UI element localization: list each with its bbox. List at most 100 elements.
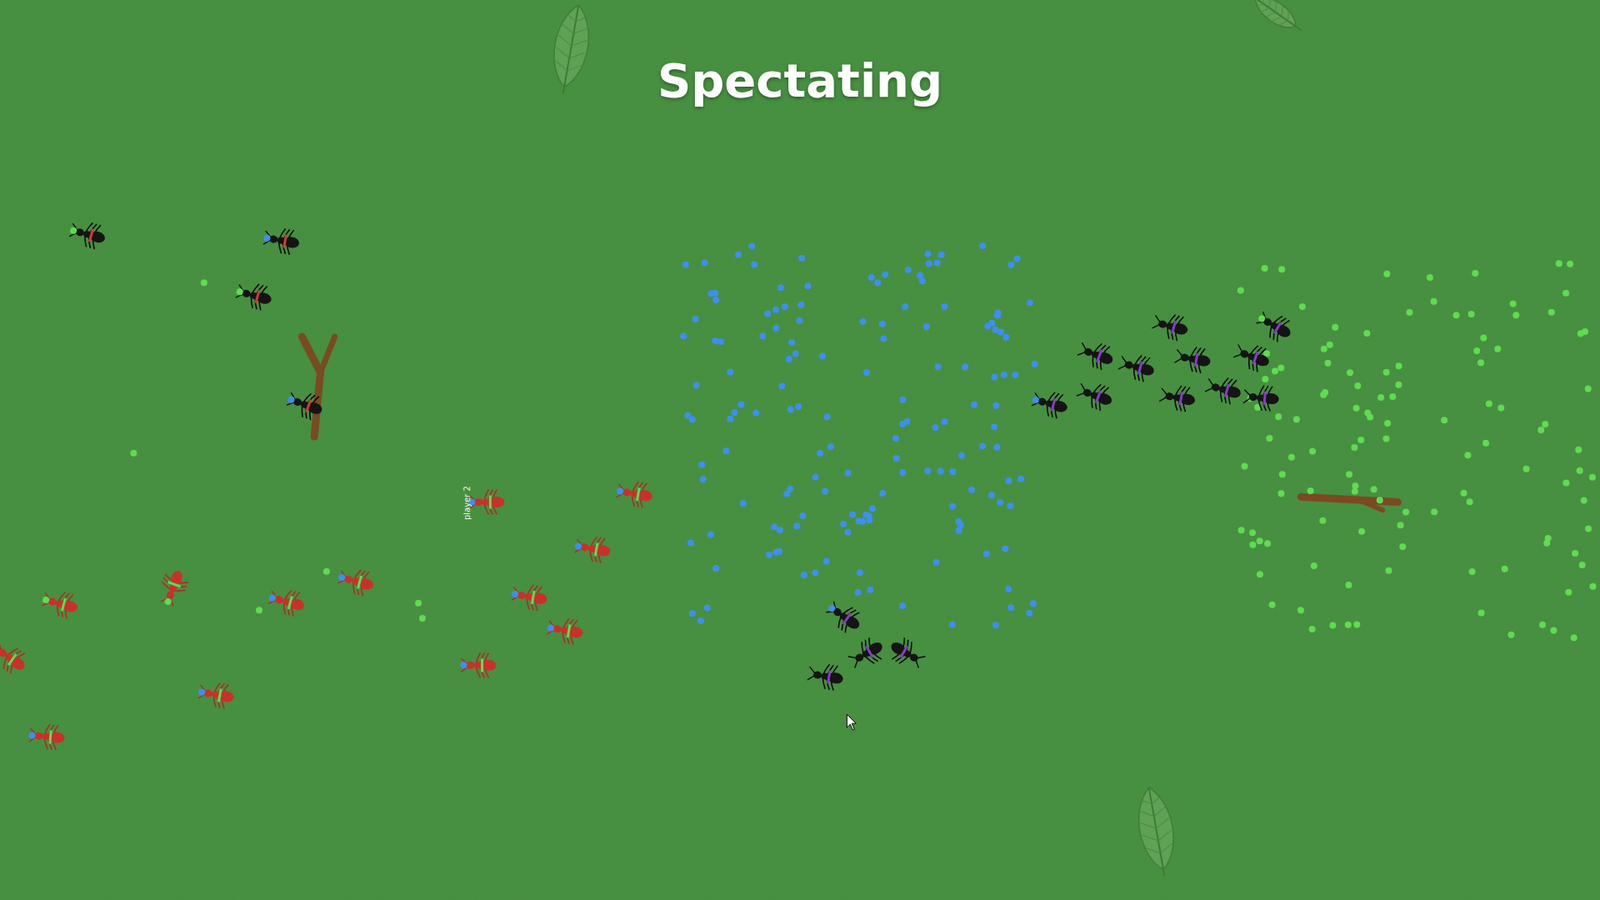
food-crumb [1580, 496, 1588, 504]
food-crumb [1539, 621, 1546, 629]
food-crumb [1497, 405, 1505, 412]
food-crumb [1007, 261, 1015, 269]
food-crumb [765, 551, 773, 559]
food-crumb [979, 442, 986, 450]
food-crumb [1275, 413, 1282, 420]
ant[interactable] [468, 489, 505, 515]
food-crumb [1482, 440, 1490, 447]
food-crumb [1389, 393, 1396, 400]
player-label: player 2 [462, 485, 472, 520]
ant[interactable] [885, 634, 929, 674]
food-crumb [1571, 550, 1579, 557]
team-band [1264, 391, 1265, 405]
team-band [8, 654, 16, 665]
food-crumb [931, 424, 939, 431]
food-crumb [1324, 360, 1331, 367]
team-band [489, 495, 492, 509]
food-crumb [1464, 451, 1471, 459]
ant[interactable] [155, 566, 191, 610]
food-crumb [816, 450, 824, 457]
carried-food [197, 688, 205, 696]
stick [1300, 496, 1398, 502]
food-crumb [1326, 341, 1334, 349]
ant[interactable] [1150, 310, 1191, 344]
ant[interactable] [1252, 305, 1296, 345]
food-crumb [1269, 601, 1276, 609]
food-crumb [1541, 420, 1549, 428]
ant[interactable] [572, 533, 613, 565]
food-crumb [1397, 521, 1405, 529]
food-crumb [1376, 496, 1384, 504]
carried-food [69, 226, 78, 235]
food-crumb [994, 311, 1001, 319]
food-crumb [689, 610, 696, 617]
food-crumb [697, 617, 705, 625]
food-crumb [796, 317, 804, 325]
food-crumb [1460, 490, 1468, 497]
food-crumb [1307, 487, 1315, 495]
ant[interactable] [335, 565, 376, 599]
food-crumb [1345, 581, 1352, 589]
food-crumb [988, 320, 995, 327]
ant[interactable] [1029, 386, 1070, 420]
ant[interactable] [821, 595, 865, 637]
food-crumb [415, 600, 422, 607]
food-crumb [924, 250, 931, 258]
ant[interactable] [545, 615, 585, 646]
food-crumb [811, 569, 819, 576]
ant[interactable] [1075, 337, 1118, 374]
ant[interactable] [1116, 350, 1157, 385]
food-crumb [840, 520, 847, 528]
ant[interactable] [1074, 377, 1116, 414]
food-crumb [1385, 567, 1392, 575]
ant[interactable] [1158, 382, 1198, 414]
ant[interactable] [284, 386, 327, 423]
food-crumb [1351, 488, 1359, 495]
food-crumb [1395, 362, 1403, 370]
ant[interactable] [66, 217, 108, 251]
ant[interactable] [806, 660, 846, 692]
food-crumb [1354, 382, 1361, 390]
food-crumb [740, 500, 747, 507]
ant[interactable] [233, 279, 275, 313]
ant[interactable] [196, 679, 237, 710]
food-crumb [1030, 600, 1037, 607]
food-crumb [1005, 477, 1013, 485]
ant[interactable] [39, 586, 80, 620]
ant[interactable] [0, 637, 31, 679]
food-crumb [1011, 371, 1019, 379]
team-band [288, 595, 292, 609]
ant[interactable] [1231, 339, 1274, 375]
food-crumb [723, 447, 730, 455]
food-crumb [940, 303, 948, 310]
ant[interactable] [615, 478, 655, 510]
food-crumb [1331, 324, 1339, 331]
team-band [218, 689, 221, 703]
stick [301, 336, 320, 437]
ant[interactable] [1173, 343, 1213, 375]
food-crumb [777, 284, 785, 291]
ant[interactable] [27, 722, 65, 751]
food-crumb [799, 512, 806, 520]
ant[interactable] [460, 652, 497, 678]
ant[interactable] [845, 634, 888, 674]
food-crumb [800, 571, 808, 579]
game-field: Spectating player 2 [0, 0, 1600, 900]
food-crumb [200, 279, 208, 286]
food-crumb [1345, 621, 1352, 629]
ground [0, 0, 1600, 900]
food-crumb [958, 452, 965, 460]
food-crumb [1383, 369, 1390, 376]
food-crumb [750, 261, 758, 269]
ant[interactable] [1203, 373, 1244, 407]
ant[interactable] [261, 225, 302, 256]
food-crumb [772, 306, 780, 314]
ant[interactable] [265, 585, 307, 619]
food-crumb [1585, 385, 1592, 392]
food-crumb [1548, 309, 1555, 316]
carried-food [616, 487, 625, 495]
ant[interactable] [509, 581, 550, 613]
carried-food [460, 661, 468, 669]
food-crumb [879, 490, 886, 497]
ant[interactable] [1242, 384, 1280, 413]
